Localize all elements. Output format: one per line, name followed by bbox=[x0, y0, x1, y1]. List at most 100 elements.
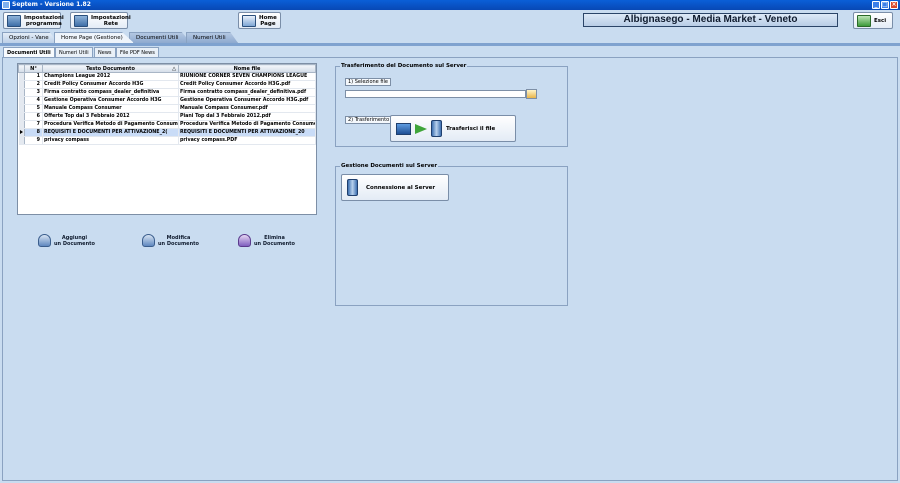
row-selector-current[interactable] bbox=[18, 128, 25, 137]
connect-server-label: Connessione al Server bbox=[366, 184, 436, 191]
tab-opzioni-vane[interactable]: Opzioni - Vane bbox=[2, 32, 58, 43]
tab-numeri-utili[interactable]: Numeri Utili bbox=[186, 32, 238, 43]
table-row[interactable]: 6 Offerte Top dal 3 Febbraio 2012 Piani … bbox=[18, 112, 316, 121]
row-selector[interactable] bbox=[18, 72, 25, 81]
cell-number: 1 bbox=[24, 72, 43, 81]
arrow-right-icon bbox=[415, 123, 427, 134]
grid-header-row: N° Testo Documento △ Nome file bbox=[18, 64, 316, 73]
toolbar: Impostazioni programma Impostazioni Rete… bbox=[0, 10, 900, 31]
cell-file: Credit Policy Consumer Accordo H3G.pdf bbox=[178, 80, 316, 89]
transfer-file-button[interactable]: Trasferisci il file bbox=[390, 115, 516, 142]
row-selector[interactable] bbox=[18, 88, 25, 97]
cell-number: 4 bbox=[24, 96, 43, 105]
row-selector[interactable] bbox=[18, 104, 25, 113]
cell-file: Manuale Compass Consumer.pdf bbox=[178, 104, 316, 113]
main-tabs: Opzioni - Vane Home Page (Gestione) Docu… bbox=[0, 32, 900, 43]
tab-home-page-gestione[interactable]: Home Page (Gestione) bbox=[54, 32, 134, 43]
window-title: Septem - Versione 1.82 bbox=[12, 1, 91, 8]
server-connect-icon bbox=[347, 179, 358, 196]
column-header-text[interactable]: Testo Documento △ bbox=[42, 64, 179, 73]
table-row[interactable]: 2 Credit Policy Consumer Accordo H3G Cre… bbox=[18, 80, 316, 89]
title-bar: Septem - Versione 1.82 _ □ × bbox=[0, 0, 900, 10]
row-selector[interactable] bbox=[18, 136, 25, 145]
cell-text: Manuale Compass Consumer bbox=[42, 104, 179, 113]
sort-icon: △ bbox=[172, 65, 176, 72]
network-label: Impostazioni Rete bbox=[91, 14, 131, 27]
current-row-arrow-icon bbox=[19, 130, 23, 134]
documents-grid[interactable]: N° Testo Documento △ Nome file 1 Champio… bbox=[17, 63, 317, 215]
cell-text: Champions League 2012 bbox=[42, 72, 179, 81]
add-document-label: Aggiungi un Documento bbox=[54, 234, 95, 247]
table-row-selected[interactable]: 8 REQUISITI E DOCUMENTI PER ATTIVAZIONE_… bbox=[18, 128, 316, 137]
transfer-step-label: 2) Trasferimento bbox=[345, 116, 393, 124]
connect-server-button[interactable]: Connessione al Server bbox=[341, 174, 449, 201]
row-selector[interactable] bbox=[18, 80, 25, 89]
subtab-numeri-utili[interactable]: Numeri Utili bbox=[55, 47, 93, 57]
row-selector[interactable] bbox=[18, 96, 25, 105]
cell-number: 8 bbox=[24, 128, 43, 137]
delete-document-button[interactable]: Elimina un Documento bbox=[238, 234, 295, 247]
cell-number: 9 bbox=[24, 136, 43, 145]
cell-file: privacy compass.PDF bbox=[178, 136, 316, 145]
cell-text: Procedura Verifica Metodo di Pagamento C… bbox=[42, 120, 179, 129]
add-document-icon bbox=[38, 234, 51, 247]
settings-label: Impostazioni programma bbox=[24, 14, 64, 27]
edit-document-icon bbox=[142, 234, 155, 247]
cell-file: Firma contratto compass_dealer_definitiv… bbox=[178, 88, 316, 97]
cell-text: Firma contratto compass_dealer_definitiv… bbox=[42, 88, 179, 97]
table-row[interactable]: 5 Manuale Compass Consumer Manuale Compa… bbox=[18, 104, 316, 113]
home-page-button[interactable]: Home Page bbox=[238, 12, 281, 29]
delete-document-label: Elimina un Documento bbox=[254, 234, 295, 247]
window-controls: _ □ × bbox=[872, 1, 898, 9]
settings-icon bbox=[7, 14, 21, 27]
minimize-button[interactable]: _ bbox=[872, 1, 880, 9]
cell-file: Gestione Operativa Consumer Accordo H3G.… bbox=[178, 96, 316, 105]
select-file-label: 1) Selezione file bbox=[345, 78, 391, 86]
table-row[interactable]: 3 Firma contratto compass_dealer_definit… bbox=[18, 88, 316, 97]
cell-text: REQUISITI E DOCUMENTI PER ATTIVAZIONE_2( bbox=[42, 128, 179, 137]
edit-document-label: Modifica un Documento bbox=[158, 234, 199, 247]
computer-icon bbox=[396, 122, 411, 135]
column-header-number[interactable]: N° bbox=[24, 64, 43, 73]
app-icon bbox=[2, 1, 10, 9]
cell-number: 5 bbox=[24, 104, 43, 113]
row-selector[interactable] bbox=[18, 112, 25, 121]
network-settings-button[interactable]: Impostazioni Rete bbox=[70, 12, 131, 29]
transfer-panel-title: Trasferimento del Documento sul Server bbox=[340, 63, 468, 70]
store-name-banner: Albignasego - Media Market - Veneto bbox=[583, 13, 838, 27]
sub-tabs: Documenti Utili Numeri Utili News File P… bbox=[0, 47, 900, 57]
row-selector[interactable] bbox=[18, 120, 25, 129]
cell-file: Piani Top dal 3 Febbraio 2012.pdf bbox=[178, 112, 316, 121]
table-row[interactable]: 7 Procedura Verifica Metodo di Pagamento… bbox=[18, 120, 316, 129]
column-header-file[interactable]: Nome file bbox=[178, 64, 316, 73]
cell-number: 2 bbox=[24, 80, 43, 89]
exit-button[interactable]: Esci bbox=[853, 12, 893, 29]
settings-button[interactable]: Impostazioni programma bbox=[3, 12, 64, 29]
file-path-input[interactable] bbox=[345, 90, 526, 98]
tab-documenti-utili[interactable]: Documenti Utili bbox=[129, 32, 191, 43]
exit-label: Esci bbox=[874, 17, 887, 24]
table-row[interactable]: 1 Champions League 2012 RIUNIONE CORNER … bbox=[18, 72, 316, 81]
exit-icon bbox=[857, 14, 871, 27]
server-icon bbox=[431, 120, 442, 137]
table-row[interactable]: 4 Gestione Operativa Consumer Accordo H3… bbox=[18, 96, 316, 105]
table-row[interactable]: 9 privacy compass privacy compass.PDF bbox=[18, 136, 316, 145]
cell-number: 3 bbox=[24, 88, 43, 97]
transfer-file-label: Trasferisci il file bbox=[446, 125, 496, 132]
subtab-documenti-utili[interactable]: Documenti Utili bbox=[3, 47, 55, 57]
subtab-news[interactable]: News bbox=[94, 47, 116, 57]
maximize-button[interactable]: □ bbox=[881, 1, 889, 9]
cell-text: privacy compass bbox=[42, 136, 179, 145]
subtab-file-pdf-news[interactable]: File PDF News bbox=[116, 47, 159, 57]
delete-document-icon bbox=[238, 234, 251, 247]
edit-document-button[interactable]: Modifica un Documento bbox=[142, 234, 199, 247]
browse-folder-button[interactable] bbox=[526, 89, 537, 99]
close-button[interactable]: × bbox=[890, 1, 898, 9]
home-label: Home Page bbox=[259, 14, 277, 27]
cell-number: 6 bbox=[24, 112, 43, 121]
add-document-button[interactable]: Aggiungi un Documento bbox=[38, 234, 95, 247]
cell-file: Procedura Verifica Metodo di Pagamento C… bbox=[178, 120, 316, 129]
column-header-text-label: Testo Documento bbox=[86, 65, 135, 72]
network-icon bbox=[74, 14, 88, 27]
cell-text: Gestione Operativa Consumer Accordo H3G bbox=[42, 96, 179, 105]
